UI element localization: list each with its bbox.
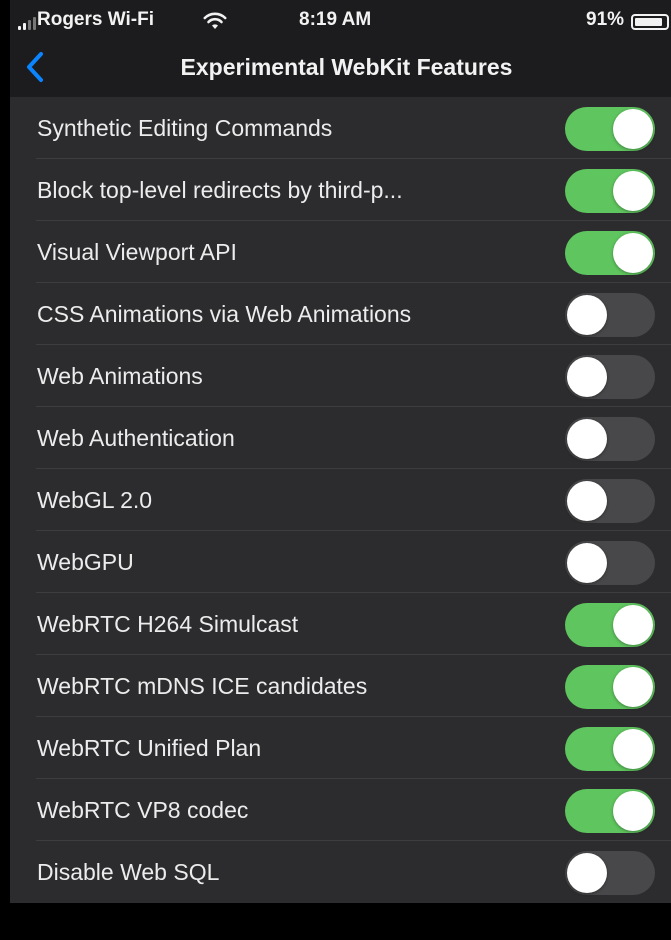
- setting-label: Visual Viewport API: [37, 239, 237, 265]
- clock: 8:19 AM: [299, 9, 372, 30]
- carrier-name: Rogers Wi-Fi: [37, 9, 154, 30]
- toggle-knob: [567, 543, 607, 583]
- setting-label: WebRTC mDNS ICE candidates: [37, 673, 368, 699]
- status-bar: Rogers Wi-Fi 8:19 AM 91%: [10, 0, 671, 40]
- setting-row: WebGPU: [10, 531, 671, 593]
- setting-row: Web Authentication: [10, 407, 671, 469]
- setting-label: WebRTC Unified Plan: [37, 735, 262, 761]
- toggle-knob: [613, 729, 653, 769]
- setting-row: WebRTC mDNS ICE candidates: [10, 655, 671, 717]
- wifi-icon: [203, 12, 227, 29]
- setting-label: Block top-level redirects by third-p...: [37, 177, 403, 203]
- setting-label: CSS Animations via Web Animations: [37, 301, 412, 327]
- setting-toggle[interactable]: [565, 665, 655, 709]
- setting-toggle[interactable]: [565, 541, 655, 585]
- setting-toggle[interactable]: [565, 169, 655, 213]
- toggle-knob: [613, 233, 653, 273]
- setting-label: Web Authentication: [37, 425, 235, 451]
- battery-level: [635, 18, 663, 26]
- setting-toggle[interactable]: [565, 789, 655, 833]
- setting-row: Block top-level redirects by third-p...: [10, 159, 671, 221]
- setting-toggle[interactable]: [565, 107, 655, 151]
- toggle-knob: [613, 791, 653, 831]
- cellular-signal-icon: [18, 16, 36, 30]
- setting-label: WebRTC VP8 codec: [37, 797, 249, 823]
- toggle-knob: [567, 419, 607, 459]
- setting-label: Synthetic Editing Commands: [37, 115, 333, 141]
- setting-toggle[interactable]: [565, 355, 655, 399]
- setting-toggle[interactable]: [565, 479, 655, 523]
- settings-screen: Rogers Wi-Fi 8:19 AM 91% Experimental We…: [10, 0, 671, 903]
- setting-row: Visual Viewport API: [10, 221, 671, 283]
- setting-label: WebGPU: [37, 549, 134, 575]
- setting-toggle[interactable]: [565, 851, 655, 895]
- setting-row: Disable Web SQL: [10, 841, 671, 903]
- setting-row: WebGL 2.0: [10, 469, 671, 531]
- page-title: Experimental WebKit Features: [180, 54, 513, 80]
- setting-label: Web Animations: [37, 363, 203, 389]
- setting-toggle[interactable]: [565, 293, 655, 337]
- setting-toggle[interactable]: [565, 417, 655, 461]
- toggle-knob: [613, 109, 653, 149]
- setting-row: WebRTC Unified Plan: [10, 717, 671, 779]
- setting-row: WebRTC VP8 codec: [10, 779, 671, 841]
- setting-toggle[interactable]: [565, 603, 655, 647]
- setting-row: WebRTC H264 Simulcast: [10, 593, 671, 655]
- setting-toggle[interactable]: [565, 727, 655, 771]
- setting-label: Disable Web SQL: [37, 859, 220, 885]
- toggle-knob: [567, 853, 607, 893]
- setting-label: WebGL 2.0: [37, 487, 153, 513]
- navigation-bar: Experimental WebKit Features: [10, 40, 671, 96]
- toggle-knob: [613, 171, 653, 211]
- toggle-knob: [613, 667, 653, 707]
- settings-list: Synthetic Editing Commands Block top-leve…: [10, 97, 671, 903]
- toggle-knob: [567, 295, 607, 335]
- setting-row: Synthetic Editing Commands: [10, 97, 671, 159]
- setting-row: CSS Animations via Web Animations: [10, 283, 671, 345]
- toggle-knob: [567, 357, 607, 397]
- toggle-knob: [567, 481, 607, 521]
- toggle-knob: [613, 605, 653, 645]
- screen: Rogers Wi-Fi 8:19 AM 91% Experimental We…: [0, 0, 671, 940]
- battery-percentage: 91%: [586, 9, 625, 30]
- setting-label: WebRTC H264 Simulcast: [37, 611, 299, 637]
- setting-row: Web Animations: [10, 345, 671, 407]
- battery-icon: [631, 14, 669, 30]
- setting-toggle[interactable]: [565, 231, 655, 275]
